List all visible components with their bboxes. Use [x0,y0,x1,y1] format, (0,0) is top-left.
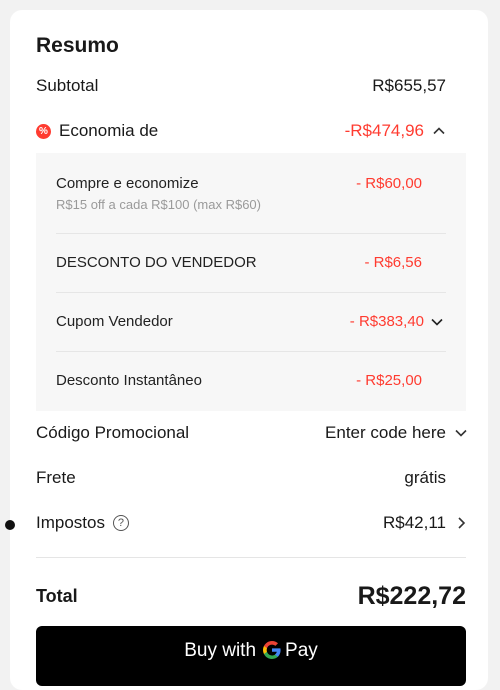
discount-value: - R$60,00 [356,175,422,192]
panel-divider [56,351,446,352]
discount-row[interactable]: Cupom Vendedor - R$383,40 [56,313,443,330]
discount-value: - R$383,40 [349,313,424,330]
pay-button-suffix: Pay [285,640,318,661]
tax-row[interactable]: Impostos ? R$42,11 [36,513,468,533]
discount-breakdown-panel: Compre e economize R$15 off a cada R$100… [36,153,466,411]
savings-label: Economia de [59,121,159,140]
summary-divider [36,557,466,558]
shipping-row: Frete grátis [36,468,446,488]
discount-label: Desconto Instantâneo [56,372,202,389]
edge-dot [5,520,15,530]
tax-value: R$42,11 [382,513,446,532]
summary-title: Resumo [36,34,119,57]
shipping-value: grátis [404,468,446,487]
panel-divider [56,292,446,293]
google-pay-button[interactable]: Buy with Pay [36,626,466,686]
help-icon[interactable]: ? [112,515,129,531]
total-label: Total [36,586,78,606]
discount-value: - R$25,00 [356,372,422,389]
savings-badge-icon: % [36,123,51,139]
promo-code-input[interactable]: Enter code here [325,423,446,443]
discount-row: Compre e economize R$15 off a cada R$100… [56,175,422,212]
discount-sub: R$15 off a cada R$100 (max R$60) [56,197,261,212]
discount-row: DESCONTO DO VENDEDOR - R$6,56 [56,254,422,271]
promo-label: Código Promocional [36,423,190,442]
subtotal-row: Subtotal R$655,57 [36,76,446,96]
chevron-right-icon[interactable] [454,516,468,530]
subtotal-label: Subtotal [36,76,99,95]
total-value: R$222,72 [357,582,466,610]
shipping-label: Frete [36,468,76,487]
total-row: Total R$222,72 [36,582,466,611]
savings-row[interactable]: % Economia de -R$474,96 [36,121,446,141]
discount-label: Compre e economize [56,175,199,192]
discount-label: DESCONTO DO VENDEDOR [56,254,257,271]
order-summary-card: Resumo Subtotal R$655,57 % Economia de -… [5,10,488,690]
chevron-down-icon[interactable] [454,426,468,440]
panel-divider [56,233,446,234]
discount-row: Desconto Instantâneo - R$25,00 [56,372,422,389]
chevron-up-icon[interactable] [432,124,446,138]
promo-code-row[interactable]: Código Promocional Enter code here [36,423,468,443]
discount-label: Cupom Vendedor [56,313,173,330]
discount-value: - R$6,56 [364,254,422,271]
chevron-down-icon[interactable] [430,315,444,329]
tax-label: Impostos [36,513,105,532]
pay-button-prefix: Buy with [184,640,257,661]
subtotal-value: R$655,57 [372,76,446,95]
google-g-icon [262,640,282,666]
savings-value: -R$474,96 [344,121,424,140]
